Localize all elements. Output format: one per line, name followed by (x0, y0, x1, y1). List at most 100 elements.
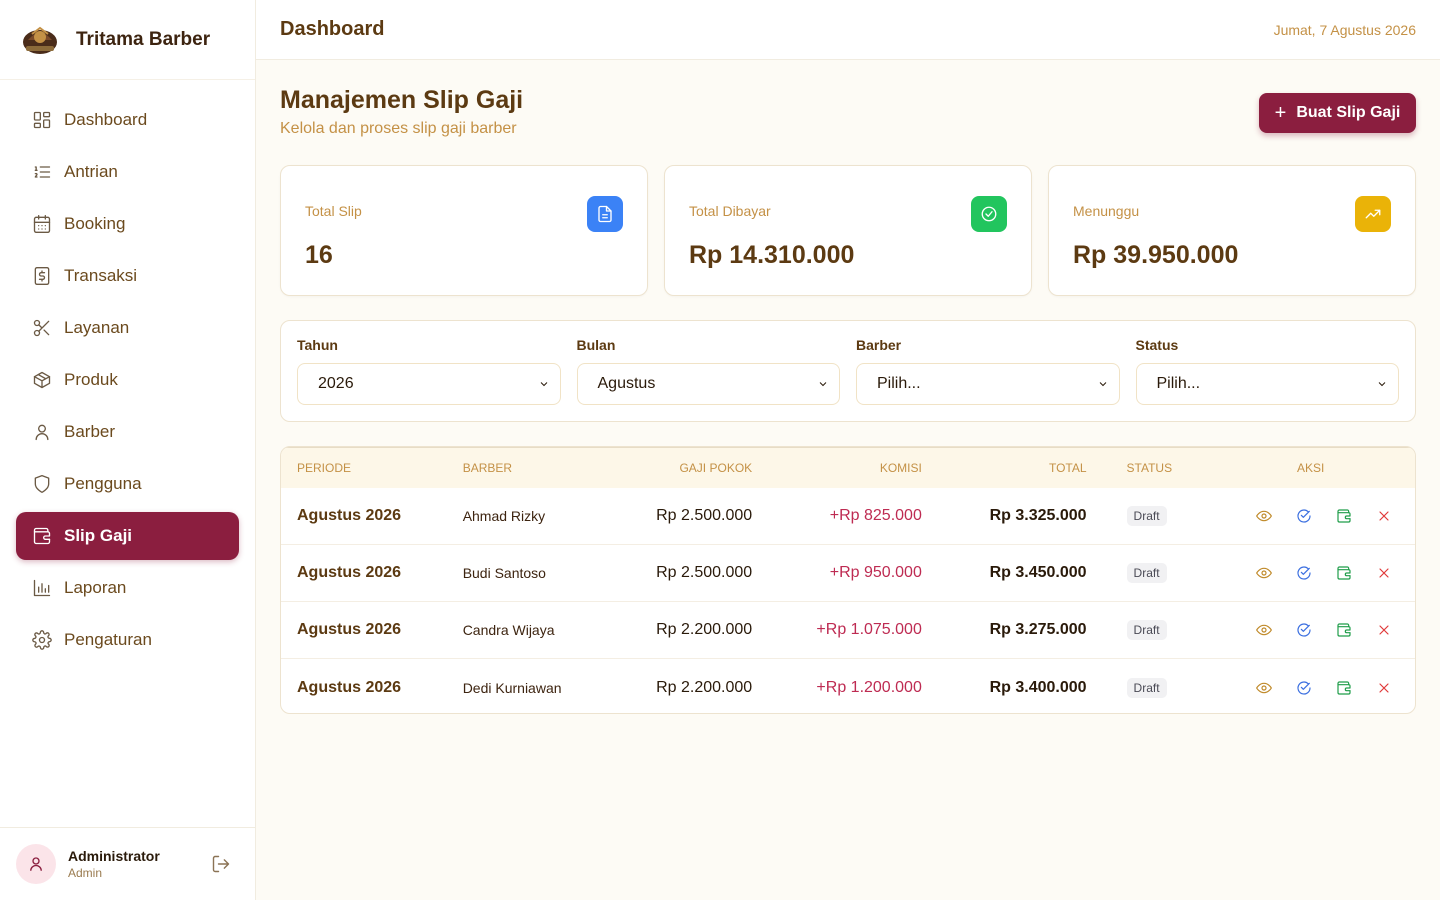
check-circle-icon (971, 196, 1007, 232)
status-badge: Draft (1126, 620, 1167, 640)
filter-bar: Tahun 2026 Bulan Agustus Barber Pilih...… (280, 320, 1416, 422)
eye-icon[interactable] (1255, 508, 1272, 524)
wallet-pay-icon[interactable] (1336, 622, 1352, 638)
cell-gaji-pokok: Rp 2.500.000 (656, 564, 753, 581)
select-value: Pilih... (877, 375, 921, 392)
scissors-icon (32, 318, 52, 338)
sidebar-item-transaksi[interactable]: Transaksi (16, 252, 239, 300)
stat-card-menunggu: Menunggu Rp 39.950.000 (1048, 165, 1416, 296)
cell-komisi: +Rp 950.000 (829, 564, 922, 581)
chevron-down-icon (819, 382, 827, 387)
page-subtitle: Kelola dan proses slip gaji barber (280, 120, 517, 137)
cell-periode: Agustus 2026 (297, 564, 402, 581)
brand[interactable]: Tritama Barber (0, 0, 255, 80)
select-value: Pilih... (1156, 375, 1201, 392)
user-role: Admin (68, 866, 103, 880)
stat-card-total-dibayar: Total Dibayar Rp 14.310.000 (664, 165, 1032, 296)
delete-x-icon[interactable] (1376, 508, 1392, 524)
stat-label: Total Dibayar (689, 203, 771, 219)
barber-select[interactable]: Pilih... (856, 363, 1120, 405)
sidebar-item-label: Booking (64, 214, 126, 233)
stat-label: Menunggu (1073, 203, 1140, 219)
select-value: 2026 (318, 375, 354, 392)
gear-icon (32, 630, 52, 650)
sidebar-item-label: Dashboard (64, 110, 148, 129)
cell-total: Rp 3.275.000 (989, 621, 1087, 638)
status-select[interactable]: Pilih... (1135, 363, 1399, 405)
sidebar-item-label: Antrian (64, 162, 118, 181)
cell-total: Rp 3.325.000 (989, 507, 1087, 524)
eye-icon[interactable] (1255, 680, 1272, 696)
stat-card-total-slip: Total Slip 16 (280, 165, 648, 296)
topbar-date: Jumat, 7 Agustus 2026 (1273, 21, 1416, 38)
stat-value: Rp 39.950.000 (1073, 241, 1239, 269)
sidebar-item-pengaturan[interactable]: Pengaturan (16, 616, 239, 664)
wallet-pay-icon[interactable] (1336, 565, 1352, 581)
topbar: Dashboard Jumat, 7 Agustus 2026 (256, 0, 1440, 60)
sidebar-item-slip-gaji[interactable]: Slip Gaji (16, 512, 239, 560)
delete-x-icon[interactable] (1376, 622, 1392, 638)
sidebar-item-label: Laporan (64, 578, 127, 597)
filter-label: Barber (856, 337, 902, 353)
filter-label: Bulan (576, 337, 616, 353)
page-header: Manajemen Slip Gaji Kelola dan proses sl… (280, 60, 1416, 165)
cell-komisi: +Rp 1.075.000 (816, 621, 922, 638)
approve-check-icon[interactable] (1296, 565, 1312, 581)
cell-barber: Budi Santoso (462, 565, 546, 581)
sidebar-item-produk[interactable]: Produk (16, 356, 239, 404)
create-slip-button[interactable]: + Buat Slip Gaji (1259, 93, 1416, 133)
slip-table: PERIODE BARBER GAJI POKOK KOMISI TOTAL S… (280, 446, 1416, 714)
table-row: Agustus 2026 Candra Wijaya Rp 2.200.000 … (281, 602, 1415, 659)
column-header[interactable]: PERIODE (281, 461, 463, 475)
column-header[interactable]: GAJI POKOK (622, 461, 752, 475)
sidebar-item-layanan[interactable]: Layanan (16, 304, 239, 352)
sidebar-item-booking[interactable]: Booking (16, 200, 239, 248)
stat-label: Total Slip (305, 203, 362, 219)
main-content: Manajemen Slip Gaji Kelola dan proses sl… (280, 60, 1416, 714)
trending-up-icon (1355, 196, 1391, 232)
user-name: Administrator (68, 848, 160, 864)
table-row: Agustus 2026 Dedi Kurniawan Rp 2.200.000… (281, 659, 1415, 713)
approve-check-icon[interactable] (1296, 680, 1312, 696)
cell-barber: Dedi Kurniawan (462, 679, 562, 696)
cell-gaji-pokok: Rp 2.500.000 (656, 507, 753, 524)
column-header[interactable]: BARBER (463, 461, 623, 475)
table-row: Agustus 2026 Ahmad Rizky Rp 2.500.000 +R… (281, 488, 1415, 545)
sidebar-item-pengguna[interactable]: Pengguna (16, 460, 239, 508)
column-header[interactable]: KOMISI (752, 461, 922, 475)
user-icon (32, 422, 52, 442)
filter-status: Status Pilih... (1135, 337, 1399, 405)
chevron-down-icon (1099, 382, 1106, 387)
dashboard-icon (32, 110, 52, 130)
approve-check-icon[interactable] (1296, 622, 1312, 638)
tahun-select[interactable]: 2026 (297, 363, 561, 405)
sidebar-item-laporan[interactable]: Laporan (16, 564, 239, 612)
delete-x-icon[interactable] (1376, 565, 1392, 581)
column-header[interactable]: STATUS (1087, 461, 1207, 475)
sidebar-item-label: Pengaturan (64, 630, 152, 649)
sidebar-item-antrian[interactable]: Antrian (16, 148, 239, 196)
sidebar-item-label: Produk (64, 370, 118, 389)
eye-icon[interactable] (1255, 622, 1272, 638)
sidebar-item-dashboard[interactable]: Dashboard (16, 96, 239, 144)
cell-periode: Agustus 2026 (297, 621, 402, 638)
sidebar-item-barber[interactable]: Barber (16, 408, 239, 456)
wallet-pay-icon[interactable] (1336, 680, 1352, 696)
bulan-select[interactable]: Agustus (576, 363, 840, 405)
page-title: Manajemen Slip Gaji (280, 86, 524, 114)
brand-name: Tritama Barber (76, 28, 211, 50)
receipt-dollar-icon (32, 266, 52, 286)
status-badge: Draft (1126, 506, 1167, 526)
logout-icon[interactable] (211, 854, 233, 876)
wallet-pay-icon[interactable] (1336, 508, 1352, 524)
column-header[interactable]: TOTAL (922, 461, 1087, 475)
calendar-icon (32, 214, 52, 234)
document-icon (587, 196, 623, 232)
filter-tahun: Tahun 2026 (297, 337, 561, 405)
wallet-icon (32, 526, 52, 546)
select-value: Agustus (597, 375, 656, 392)
eye-icon[interactable] (1255, 565, 1272, 581)
delete-x-icon[interactable] (1376, 680, 1392, 696)
sidebar-nav: Dashboard Antrian Booking Transaksi Laya… (0, 80, 255, 664)
approve-check-icon[interactable] (1296, 508, 1312, 524)
